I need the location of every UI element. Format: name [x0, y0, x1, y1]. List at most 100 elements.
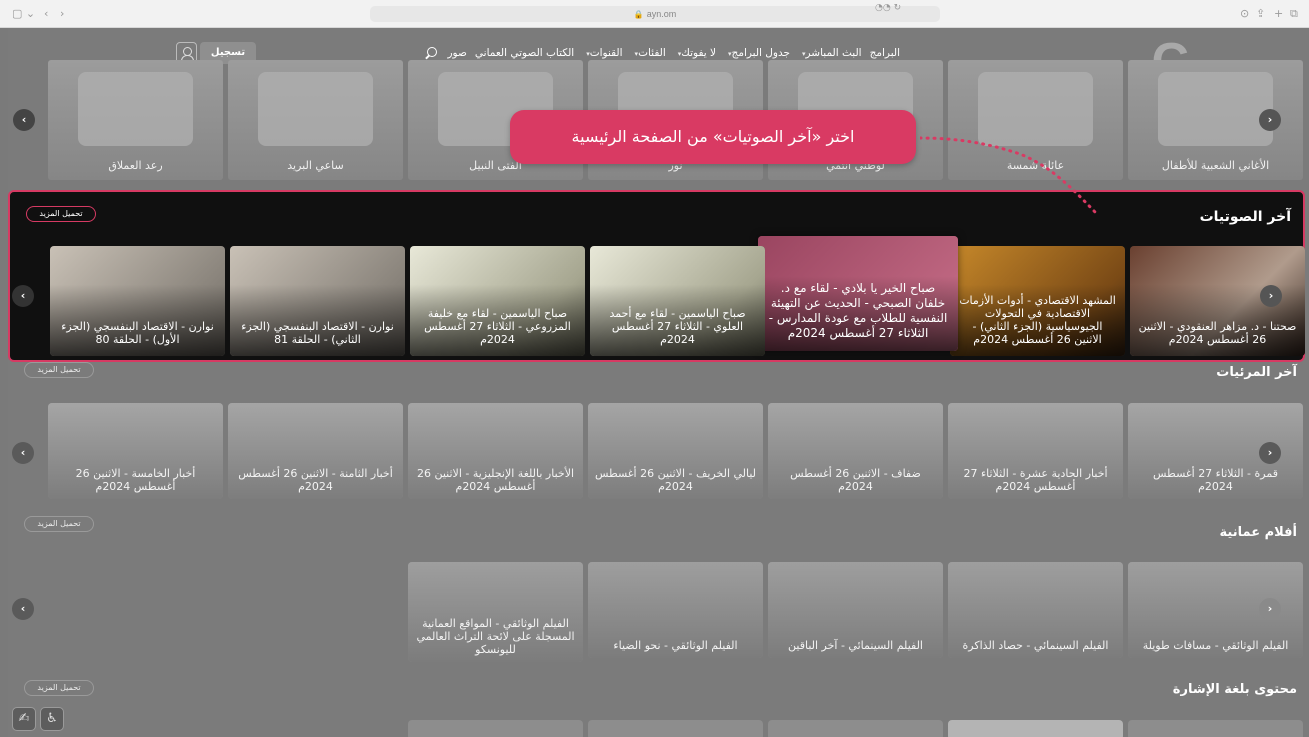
video-card-title: أخبار الخامسة - الاثنين 26 أغسطس 2024م [75, 467, 196, 493]
film-card-title: الفيلم السينمائي - حصاد الذاكرة [962, 639, 1109, 652]
address-text: ayn.om [646, 9, 677, 19]
latest-audio-load-more-button[interactable]: تحميل المزيد [26, 206, 96, 222]
nav-item[interactable]: الكتاب الصوتي العماني [475, 47, 574, 59]
latest-audio-title: آخر الصوتيات [1199, 209, 1291, 225]
audio-card-title: نوارن - الاقتصاد البنفسجي (الجزء الثاني)… [241, 320, 394, 346]
video-card[interactable]: ليالي الخريف - الاثنين 26 أغسطس 2024م [588, 403, 763, 499]
film-card[interactable]: الفيلم الوثائقي - نحو الضياء [588, 562, 763, 658]
chevron-left-icon[interactable]: ‹ [13, 109, 35, 131]
audio-card[interactable]: صباح الخير يا بلادي - لقاء مع د. خلفان ا… [758, 236, 958, 351]
audio-card-title: صباح الياسمين - لقاء مع أحمد العلوي - ال… [609, 307, 746, 346]
film-card-title: الفيلم السينمائي - آخر الباقين [788, 639, 923, 652]
films-load-more-button[interactable]: تحميل المزيد [24, 516, 94, 532]
latest-audio-section: آخر الصوتيات تحميل المزيد صحتنا - د. مزا… [8, 190, 1305, 362]
audio-card-title: صباح الياسمين - لقاء مع خليفة المزروعي -… [424, 307, 571, 346]
sign-language-card[interactable] [1128, 720, 1303, 737]
sign-language-card[interactable] [408, 720, 583, 737]
audio-card[interactable]: نوارن - الاقتصاد البنفسجي (الجزء الثاني)… [230, 246, 405, 356]
instruction-callout: اختر «آخر الصوتيات» من الصفحة الرئيسية [510, 110, 916, 164]
show-title: عائلة شمسة [1006, 159, 1065, 172]
show-artwork [258, 72, 373, 146]
nav-item[interactable]: البرامج [870, 47, 900, 59]
film-card-title: الفيلم الوثائقي - نحو الضياء [613, 639, 738, 652]
nav-item-label: البرامج [869, 47, 900, 59]
chevron-left-icon[interactable]: ‹ [12, 598, 34, 620]
show-artwork [978, 72, 1093, 146]
nav-item[interactable]: البث المباشر▾ [798, 47, 862, 59]
search-icon[interactable] [425, 46, 439, 60]
film-card[interactable]: الفيلم السينمائي - آخر الباقين [768, 562, 943, 658]
audio-card[interactable]: صباح الياسمين - لقاء مع أحمد العلوي - ال… [590, 246, 765, 356]
video-card-title: الأخبار باللغة الإنجليزية - الاثنين 26 أ… [416, 467, 575, 493]
show-title: ساعي البريد [287, 159, 344, 172]
sign-language-card[interactable] [768, 720, 943, 737]
sign-language-title: محتوى بلغة الإشارة [1172, 682, 1297, 697]
video-card-title: ضفاف - الاثنين 26 أغسطس 2024م [790, 467, 921, 493]
video-card-title: أخبار الحادية عشرة - الثلاثاء 27 أغسطس 2… [963, 467, 1108, 493]
chevron-right-icon[interactable]: › [1259, 442, 1281, 464]
nav-item[interactable]: صور [447, 47, 466, 59]
chevron-left-icon[interactable]: ‹ [12, 442, 34, 464]
chevron-right-icon[interactable]: › [1259, 109, 1281, 131]
sign-language-load-more-button[interactable]: تحميل المزيد [24, 680, 94, 696]
nav-item-label: البث المباشر [805, 47, 862, 59]
chevron-right-icon[interactable]: › [1260, 285, 1282, 307]
sign-language-icon[interactable]: ✍ [12, 707, 36, 731]
audio-card[interactable]: صباح الياسمين - لقاء مع خليفة المزروعي -… [410, 246, 585, 356]
film-card-title: الفيلم الوثائقي - مسافات طويلة [1142, 639, 1289, 652]
latest-videos-title: آخر المرئيات [1216, 365, 1297, 380]
video-card-title: أخبار الثامنة - الاثنين 26 أغسطس 2024م [238, 467, 393, 493]
show-card[interactable]: رعد العملاق [48, 60, 223, 180]
site: C البرامجالبث المباشر▾جدول البرامج▾لا يف… [8, 28, 1309, 737]
film-card[interactable]: الفيلم الوثائقي - المواقع العمانية المسج… [408, 562, 583, 662]
video-card-title: ليالي الخريف - الاثنين 26 أغسطس 2024م [594, 467, 757, 493]
nav-item[interactable]: لا يفوتك▾ [674, 47, 716, 59]
audio-card-title: المشهد الاقتصادي - أدوات الأزمات الاقتصا… [959, 294, 1116, 346]
nav-item[interactable]: القنوات▾ [582, 47, 622, 59]
nav-item-label: الكتاب الصوتي العماني [474, 47, 575, 59]
sign-language-card[interactable] [948, 720, 1123, 737]
video-card[interactable]: ضفاف - الاثنين 26 أغسطس 2024م [768, 403, 943, 499]
audio-card-title: صباح الخير يا بلادي - لقاء مع د. خلفان ا… [768, 281, 948, 340]
forward-icon[interactable]: › [60, 7, 64, 20]
show-title: الأغاني الشعبية للأطفال [1161, 159, 1270, 172]
video-card-title: قمرة - الثلاثاء 27 أغسطس 2024م [1153, 467, 1278, 493]
chevron-right-icon[interactable]: › [1259, 598, 1281, 620]
video-card[interactable]: أخبار الثامنة - الاثنين 26 أغسطس 2024م [228, 403, 403, 499]
audio-card[interactable]: نوارن - الاقتصاد البنفسجي (الجزء الأول) … [50, 246, 225, 356]
audio-card-title: صحتنا - د. مزاهر العنقودي - الاثنين 26 أ… [1138, 320, 1297, 346]
reader-icon[interactable]: ◔◔ ↻ [875, 3, 901, 13]
show-artwork [78, 72, 193, 146]
video-card[interactable]: أخبار الحادية عشرة - الثلاثاء 27 أغسطس 2… [948, 403, 1123, 499]
browser-toolbar: ▢ ⌄ ‹ › 🔒 ayn.om ◔◔ ↻ ⊙ ⇪ + ⧉ [0, 0, 1309, 28]
nav-item-label: الفئات [638, 47, 666, 59]
omani-films-title: أفلام عمانية [1219, 525, 1297, 540]
nav-item[interactable]: جدول البرامج▾ [724, 47, 790, 59]
lock-icon: 🔒 [633, 10, 644, 19]
share-icon[interactable]: ⇪ [1256, 7, 1265, 20]
sidebar-toggle-icon[interactable]: ▢ ⌄ [12, 7, 35, 20]
video-card[interactable]: أخبار الخامسة - الاثنين 26 أغسطس 2024م [48, 403, 223, 499]
tabs-icon[interactable]: ⧉ [1290, 7, 1298, 21]
address-bar[interactable]: 🔒 ayn.om [370, 6, 940, 22]
nav-item[interactable]: الفئات▾ [631, 47, 666, 59]
sign-language-card[interactable] [588, 720, 763, 737]
new-tab-icon[interactable]: + [1274, 7, 1283, 20]
nav-item-label: صور [447, 47, 467, 59]
show-artwork [1158, 72, 1273, 146]
latest-videos-load-more-button[interactable]: تحميل المزيد [24, 362, 94, 378]
audio-card-title: نوارن - الاقتصاد البنفسجي (الجزء الأول) … [61, 320, 214, 346]
nav-item-label: جدول البرامج [731, 47, 790, 59]
nav-item-label: لا يفوتك [681, 47, 717, 59]
chevron-left-icon[interactable]: ‹ [12, 285, 34, 307]
film-card[interactable]: الفيلم السينمائي - حصاد الذاكرة [948, 562, 1123, 658]
nav-item-label: القنوات [589, 47, 623, 59]
accessibility-icon[interactable]: ♿ [40, 707, 64, 731]
back-icon[interactable]: ‹ [44, 7, 48, 20]
video-card[interactable]: الأخبار باللغة الإنجليزية - الاثنين 26 أ… [408, 403, 583, 499]
film-card-title: الفيلم الوثائقي - المواقع العمانية المسج… [416, 617, 575, 656]
audio-card[interactable]: المشهد الاقتصادي - أدوات الأزمات الاقتصا… [950, 246, 1125, 356]
show-card[interactable]: عائلة شمسة [948, 60, 1123, 180]
download-icon[interactable]: ⊙ [1240, 7, 1249, 20]
show-card[interactable]: ساعي البريد [228, 60, 403, 180]
